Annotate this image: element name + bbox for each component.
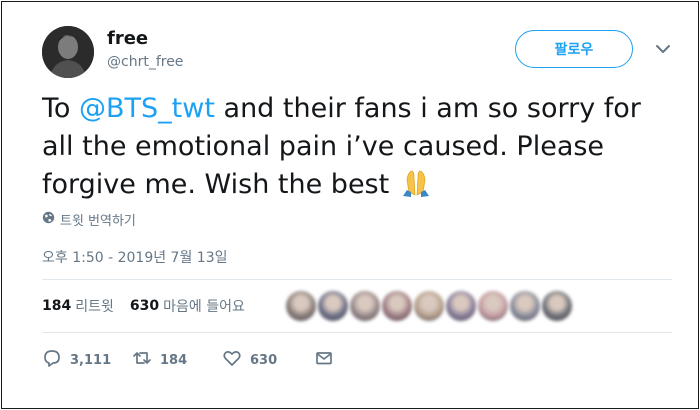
- divider: [42, 279, 672, 280]
- tweet-card: free @chrt_free 팔로우 To @BTS_twt and thei…: [1, 1, 699, 409]
- likes-label[interactable]: 마음에 들어요: [163, 296, 245, 316]
- retweets-label[interactable]: 리트윗: [75, 296, 114, 316]
- globe-icon: [42, 211, 55, 228]
- liker-avatars: [286, 291, 572, 321]
- liker-avatar[interactable]: [286, 291, 316, 321]
- chevron-down-icon[interactable]: [652, 38, 674, 60]
- liker-avatar[interactable]: [478, 291, 508, 321]
- likes-count[interactable]: 630: [130, 298, 159, 314]
- display-name[interactable]: free: [107, 28, 148, 49]
- retweet-count: 184: [160, 352, 188, 368]
- tweet-text: To @BTS_twt and their fans i am so sorry…: [42, 90, 662, 204]
- liker-avatar[interactable]: [350, 291, 380, 321]
- direct-message-button[interactable]: [314, 348, 334, 372]
- tweet-timestamp[interactable]: 오후 1:50 - 2019년 7월 13일: [42, 247, 228, 267]
- reply-icon: [42, 348, 62, 372]
- like-count: 630: [250, 352, 278, 368]
- liker-avatar[interactable]: [542, 291, 572, 321]
- retweet-icon: [132, 348, 152, 372]
- tweet-actions: 3,111 184 630: [42, 348, 334, 372]
- heart-icon: [222, 348, 242, 372]
- translate-tweet-link[interactable]: 트윗 번역하기: [42, 210, 136, 229]
- liker-avatar[interactable]: [446, 291, 476, 321]
- retweets-count[interactable]: 184: [42, 298, 71, 314]
- tweet-text-prefix: To: [42, 93, 80, 124]
- engagement-stats: 184 리트윗 630 마음에 들어요: [42, 296, 245, 316]
- liker-avatar[interactable]: [318, 291, 348, 321]
- user-handle[interactable]: @chrt_free: [107, 54, 183, 70]
- mention-link[interactable]: @BTS_twt: [79, 93, 215, 124]
- avatar[interactable]: [42, 26, 94, 78]
- retweet-button[interactable]: 184: [132, 348, 222, 372]
- follow-button[interactable]: 팔로우: [515, 30, 633, 68]
- reply-button[interactable]: 3,111: [42, 348, 132, 372]
- liker-avatar[interactable]: [414, 291, 444, 321]
- translate-label: 트윗 번역하기: [60, 214, 136, 229]
- like-button[interactable]: 630: [222, 348, 314, 372]
- folded-hands-icon: [398, 168, 434, 198]
- reply-count: 3,111: [70, 352, 112, 368]
- liker-avatar[interactable]: [382, 291, 412, 321]
- envelope-icon: [314, 348, 334, 372]
- liker-avatar[interactable]: [510, 291, 540, 321]
- divider: [42, 332, 672, 333]
